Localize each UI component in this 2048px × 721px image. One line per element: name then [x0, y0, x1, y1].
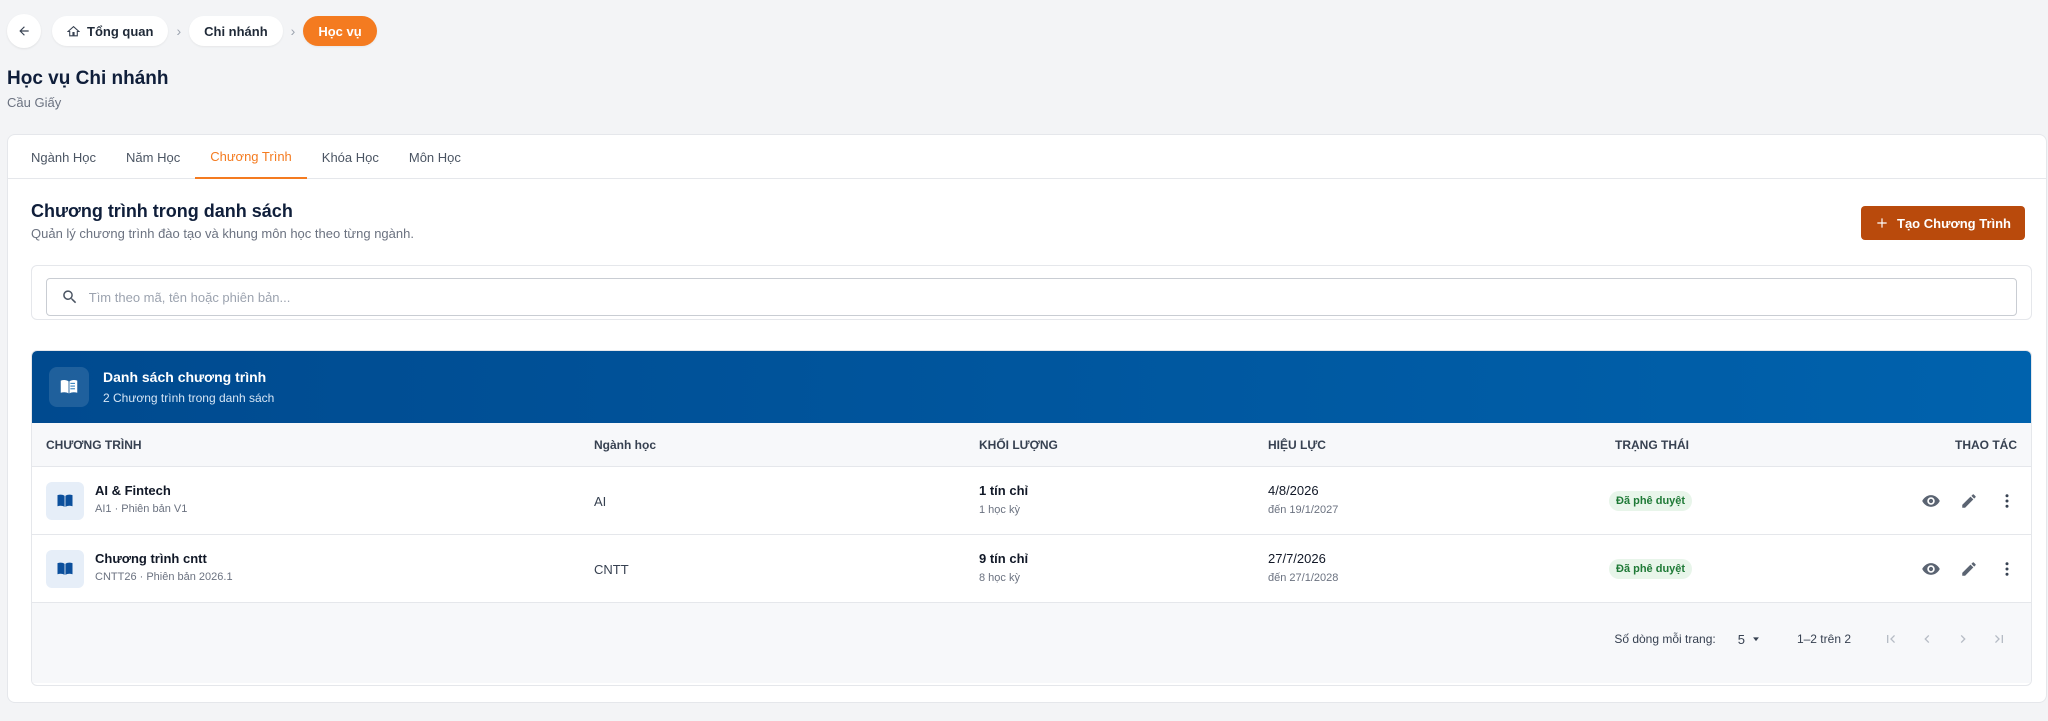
row-actions — [1919, 557, 2019, 581]
first-page-icon — [1887, 635, 1895, 643]
page-title: Học vụ Chi nhánh — [7, 68, 169, 89]
page-subtitle: Cầu Giấy — [7, 95, 62, 110]
search-panel — [31, 265, 2032, 320]
edit-button[interactable] — [1957, 489, 1981, 513]
program-end-date: đến 19/1/2027 — [1268, 504, 1339, 516]
more-button[interactable] — [1995, 557, 2019, 581]
home-icon — [67, 25, 80, 36]
create-program-label: Tạo Chương Trình — [1897, 215, 2011, 231]
program-table: Danh sách chương trình 2 Chương trình tr… — [31, 350, 2032, 686]
main-card: Ngành Học Năm Học Chương Trình Khóa Học … — [7, 134, 2047, 703]
pencil-icon — [1962, 494, 1976, 508]
program-start-date: 27/7/2026 — [1268, 551, 1326, 566]
more-vertical-icon — [2005, 494, 2009, 508]
breadcrumb-overview[interactable]: Tổng quan — [52, 16, 169, 46]
create-program-button[interactable]: Tạo Chương Trình — [1861, 206, 2025, 240]
column-header: THAO TÁC — [1955, 438, 2017, 452]
search-box[interactable] — [46, 278, 2017, 316]
search-input[interactable] — [88, 289, 2016, 305]
edit-button[interactable] — [1957, 557, 1981, 581]
tab-majors[interactable]: Ngành Học — [16, 135, 111, 179]
pagination: Số dòng mỗi trang: 5 1–2 trên 2 — [1614, 631, 2017, 647]
book-icon — [46, 550, 84, 588]
table-row[interactable]: AI & Fintech AI1 · Phiên bản V1 AI 1 tín… — [32, 467, 2031, 535]
program-credits: 1 tín chỉ — [979, 483, 1029, 498]
section-description: Quản lý chương trình đào tạo và khung mô… — [31, 226, 414, 241]
program-meta: CNTT26 · Phiên bản 2026.1 — [95, 571, 233, 583]
column-header[interactable]: KHỐI LƯỢNG — [979, 438, 1058, 452]
tab-programs[interactable]: Chương Trình — [195, 135, 307, 179]
table-banner: Danh sách chương trình 2 Chương trình tr… — [32, 351, 2031, 423]
chevron-right-icon — [1960, 635, 1966, 643]
column-header[interactable]: Ngành học — [594, 438, 656, 452]
first-page-button[interactable] — [1873, 631, 1909, 647]
rows-per-page-label: Số dòng mỗi trang: — [1614, 632, 1716, 646]
tab-years[interactable]: Năm Học — [111, 135, 195, 179]
program-start-date: 4/8/2026 — [1268, 483, 1319, 498]
view-button[interactable] — [1919, 489, 1943, 513]
status-badge: Đã phê duyệt — [1609, 491, 1693, 511]
pagination-range: 1–2 trên 2 — [1796, 632, 1851, 646]
tab-subjects[interactable]: Môn Học — [394, 135, 476, 179]
pencil-icon — [1962, 562, 1976, 576]
book-icon — [49, 367, 89, 407]
breadcrumb: Tổng quan › Chi nhánh › Học vụ — [7, 14, 377, 48]
chevron-right-icon: › — [290, 23, 296, 39]
eye-icon — [1922, 495, 1940, 507]
breadcrumb-academic[interactable]: Học vụ — [303, 16, 377, 46]
last-page-button[interactable] — [1981, 631, 2017, 647]
rows-per-page-select[interactable]: 5 — [1738, 632, 1761, 647]
last-page-icon — [1995, 635, 2003, 643]
breadcrumb-label: Tổng quan — [87, 23, 154, 39]
tab-bar: Ngành Học Năm Học Chương Trình Khóa Học … — [8, 135, 2046, 179]
column-header[interactable]: CHƯƠNG TRÌNH — [46, 438, 142, 452]
next-page-button[interactable] — [1945, 631, 1981, 647]
search-icon — [63, 290, 77, 304]
chevron-left-icon — [1924, 635, 1930, 643]
program-semesters: 8 học kỳ — [979, 572, 1020, 584]
column-header[interactable]: TRẠNG THÁI — [1615, 438, 1689, 452]
program-name: AI & Fintech — [95, 483, 171, 498]
program-name: Chương trình cntt — [95, 551, 207, 566]
chevron-right-icon: › — [176, 23, 182, 39]
book-icon — [46, 482, 84, 520]
status-badge: Đã phê duyệt — [1609, 559, 1693, 579]
table-footer: Số dòng mỗi trang: 5 1–2 trên 2 — [32, 603, 2031, 683]
rows-per-page-value: 5 — [1737, 631, 1745, 647]
breadcrumb-label: Chi nhánh — [204, 23, 268, 39]
back-button[interactable] — [7, 14, 41, 48]
more-vertical-icon — [2005, 562, 2009, 576]
column-header[interactable]: HIỆU LỰC — [1268, 438, 1326, 452]
eye-icon — [1922, 563, 1940, 575]
breadcrumb-branch[interactable]: Chi nhánh — [189, 16, 283, 46]
arrow-left-icon — [19, 26, 29, 36]
tab-courses[interactable]: Khóa Học — [307, 135, 394, 179]
caret-down-icon — [1753, 637, 1759, 642]
table-header: CHƯƠNG TRÌNH Ngành học KHỐI LƯỢNG HIỆU L… — [32, 423, 2031, 467]
program-credits: 9 tín chỉ — [979, 551, 1029, 566]
table-banner-subtitle: 2 Chương trình trong danh sách — [103, 391, 275, 405]
more-button[interactable] — [1995, 489, 2019, 513]
table-row[interactable]: Chương trình cntt CNTT26 · Phiên bản 202… — [32, 535, 2031, 603]
program-meta: AI1 · Phiên bản V1 — [95, 503, 188, 515]
table-banner-title: Danh sách chương trình — [103, 369, 267, 385]
row-actions — [1919, 489, 2019, 513]
view-button[interactable] — [1919, 557, 1943, 581]
program-major: AI — [594, 494, 607, 509]
previous-page-button[interactable] — [1909, 631, 1945, 647]
breadcrumb-label: Học vụ — [318, 23, 362, 39]
program-end-date: đến 27/1/2028 — [1268, 572, 1339, 584]
program-semesters: 1 học kỳ — [979, 504, 1020, 516]
section-title: Chương trình trong danh sách — [31, 201, 293, 221]
program-major: CNTT — [594, 562, 629, 577]
plus-icon — [1877, 218, 1887, 228]
